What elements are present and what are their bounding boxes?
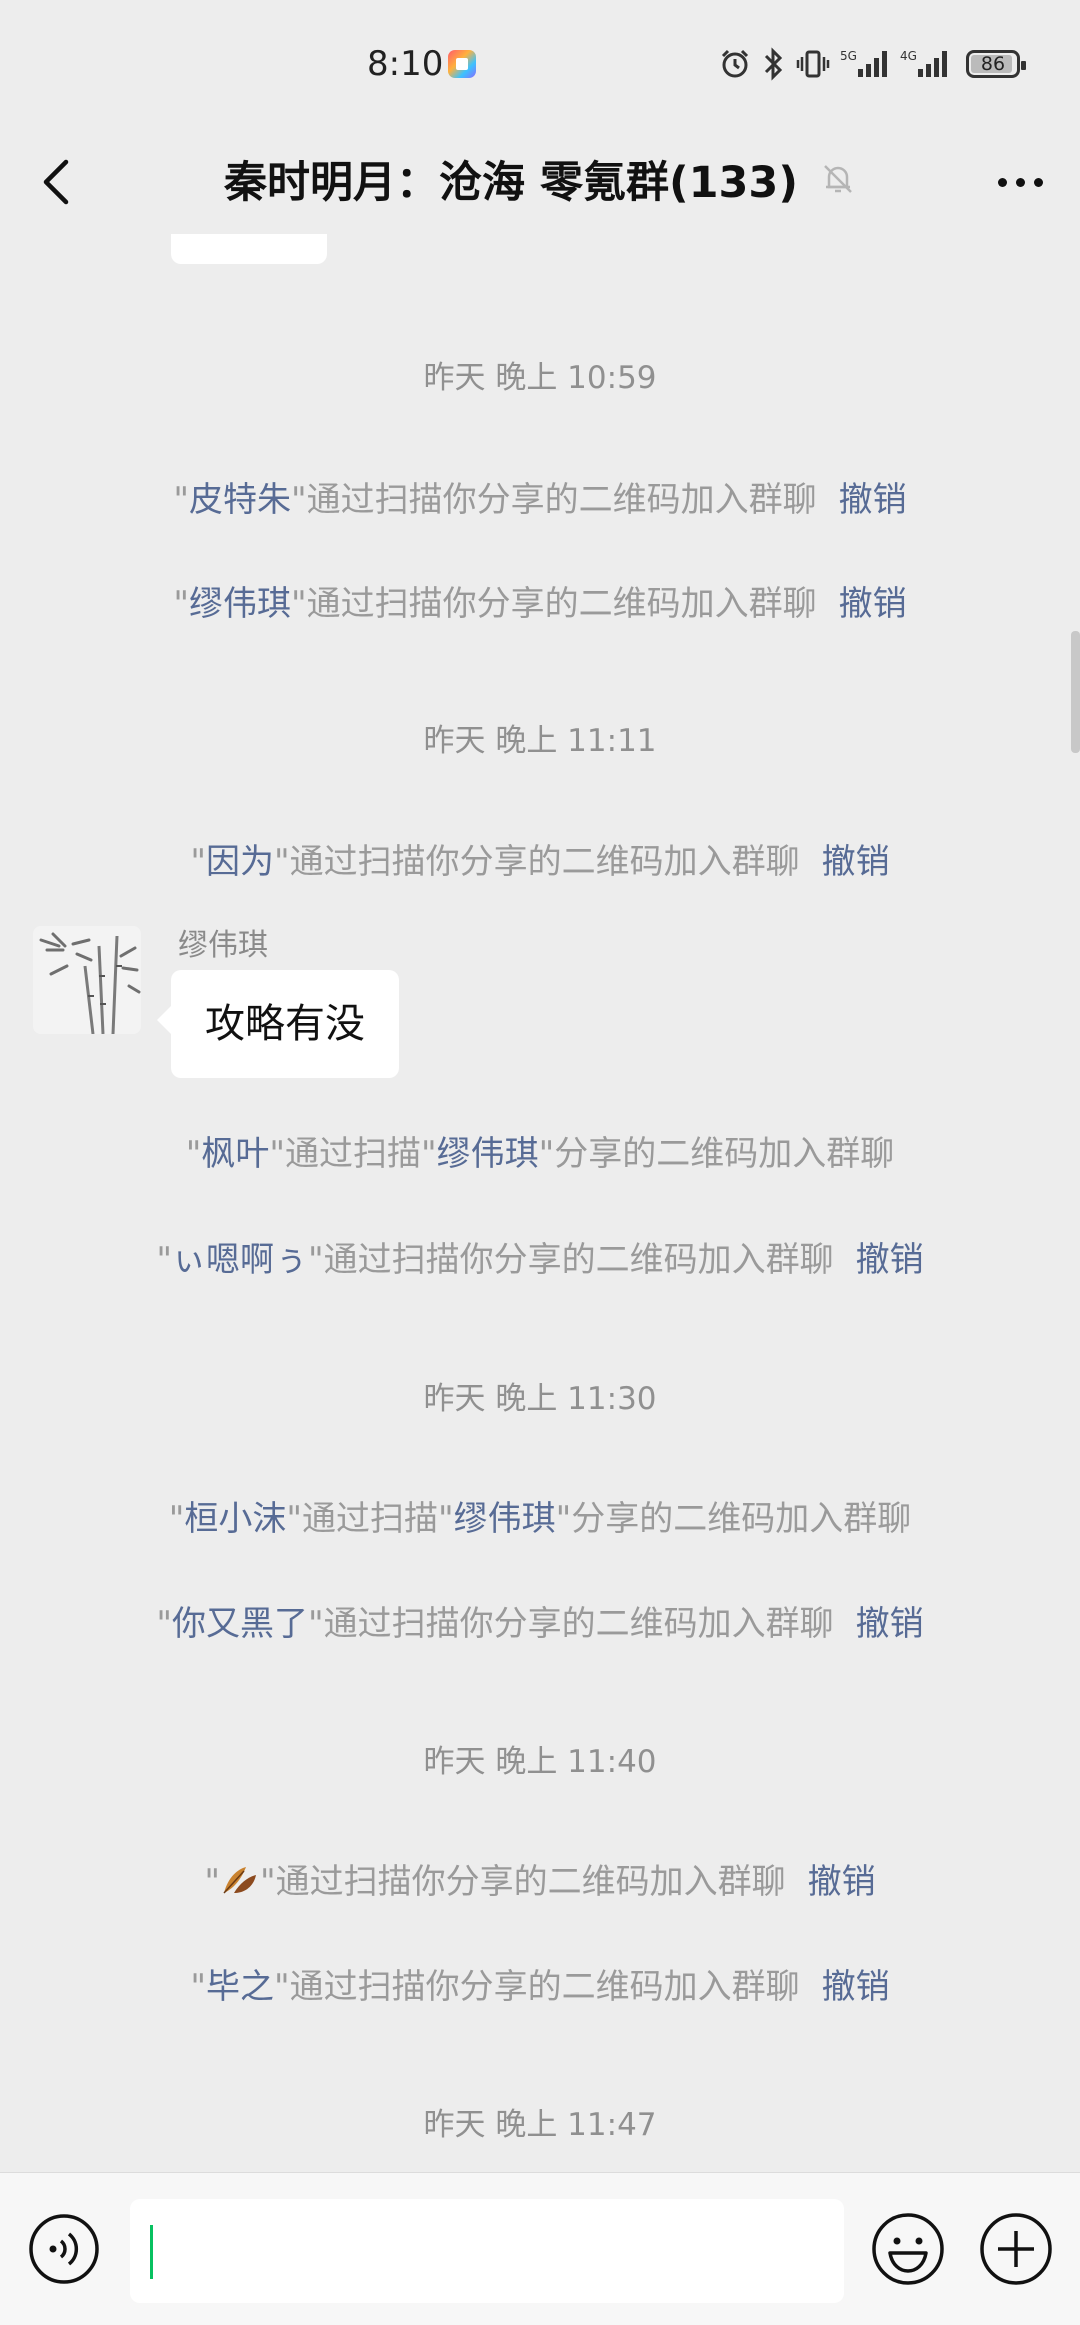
message-input[interactable] xyxy=(130,2199,844,2303)
chat-title: 秦时明月：沧海 零氪群(133) xyxy=(223,158,799,208)
alarm-icon xyxy=(721,49,749,78)
member-name-link[interactable]: 枫叶 xyxy=(201,1134,269,1174)
chat-header: 秦时明月：沧海 零氪群(133) xyxy=(0,130,1080,234)
join-notice: "皮特朱"通过扫描你分享的二维码加入群聊 撤销 xyxy=(173,480,907,520)
timestamp: 昨天 晚上 11:47 xyxy=(423,2107,657,2143)
join-notice: "枫叶"通过扫描"缪伟琪"分享的二维码加入群聊 xyxy=(185,1134,895,1174)
voice-input-icon[interactable] xyxy=(28,2213,100,2285)
revoke-link[interactable]: 撤销 xyxy=(856,1240,924,1280)
status-bar: 8:10 5G 4G 86 xyxy=(0,0,1080,130)
timestamp: 昨天 晚上 11:40 xyxy=(423,1744,657,1780)
timestamp: 昨天 晚上 11:30 xyxy=(423,1381,657,1417)
vibrate-icon xyxy=(796,50,830,78)
join-notice: "桓小沫"通过扫描"缪伟琪"分享的二维码加入群聊 xyxy=(168,1499,912,1539)
member-name-link[interactable]: 因为 xyxy=(206,842,274,882)
avatar[interactable] xyxy=(33,926,141,1034)
text-cursor xyxy=(150,2225,153,2279)
member-name-link[interactable]: 缪伟琪 xyxy=(189,584,291,624)
member-name-link[interactable]: 你又黑了 xyxy=(172,1604,308,1644)
timestamp: 昨天 晚上 10:59 xyxy=(423,360,657,396)
muted-bell-icon xyxy=(824,165,852,193)
status-icons: 5G 4G 86 xyxy=(718,42,1026,86)
join-notice: "毕之"通过扫描你分享的二维码加入群聊 撤销 xyxy=(190,1967,890,2007)
chat-messages[interactable]: "" 昨天 晚上 10:59 "皮特朱"通过扫描你分享的二维码加入群聊撤销 "缪… xyxy=(0,234,1080,2172)
input-bar xyxy=(0,2172,1080,2325)
emoji-icon[interactable] xyxy=(870,2211,946,2287)
member-name-link[interactable]: 桓小沫 xyxy=(184,1499,286,1539)
leaf-emoji-icon xyxy=(223,1867,256,1894)
inviter-name-link[interactable]: 缪伟琪 xyxy=(437,1134,539,1174)
signal-4g-icon: 4G xyxy=(900,49,947,77)
bluetooth-icon xyxy=(764,47,783,81)
revoke-link[interactable]: 撤销 xyxy=(839,584,907,624)
timestamp: 昨天 晚上 11:11 xyxy=(423,723,657,759)
network-5g-label: 5G xyxy=(840,49,857,63)
partial-message-bubble[interactable]: "" xyxy=(171,234,327,264)
chat-title-wrap[interactable]: 秦时明月：沧海 零氪群(133) xyxy=(0,148,1080,210)
inviter-name-link[interactable]: 缪伟琪 xyxy=(454,1499,556,1539)
more-options-icon[interactable] xyxy=(988,152,1052,212)
join-notice: "缪伟琪"通过扫描你分享的二维码加入群聊 撤销 xyxy=(173,584,907,624)
message-bubble[interactable]: 攻略有没 xyxy=(157,970,399,1078)
member-name-link[interactable]: ぃ嗯啊ぅ xyxy=(172,1240,308,1280)
revoke-link[interactable]: 撤销 xyxy=(808,1862,876,1902)
revoke-link[interactable]: 撤销 xyxy=(822,1967,890,2007)
join-notice: "ぃ嗯啊ぅ"通过扫描你分享的二维码加入群聊 撤销 xyxy=(156,1240,924,1280)
member-name-link[interactable]: 毕之 xyxy=(206,1967,274,2007)
member-name-link[interactable]: 皮特朱 xyxy=(189,480,291,520)
more-functions-icon[interactable] xyxy=(978,2211,1054,2287)
join-notice: "因为"通过扫描你分享的二维码加入群聊 撤销 xyxy=(190,842,890,882)
join-notice: "你又黑了"通过扫描你分享的二维码加入群聊 撤销 xyxy=(156,1604,924,1644)
signal-5g-icon: 5G xyxy=(840,49,887,77)
status-time: 8:10 xyxy=(367,44,444,84)
app-notification-icon xyxy=(448,50,476,78)
revoke-link[interactable]: 撤销 xyxy=(839,480,907,520)
battery-icon: 86 xyxy=(966,50,1026,78)
battery-level: 86 xyxy=(980,53,1006,75)
join-notice: " "通过扫描你分享的二维码加入群聊 撤销 xyxy=(204,1862,876,1902)
revoke-link[interactable]: 撤销 xyxy=(822,842,890,882)
bamboo-avatar-icon xyxy=(33,926,141,1034)
sender-name: 缪伟琪 xyxy=(178,928,268,963)
network-4g-label: 4G xyxy=(900,49,917,63)
revoke-link[interactable]: 撤销 xyxy=(856,1604,924,1644)
scrollbar[interactable] xyxy=(1071,631,1080,753)
